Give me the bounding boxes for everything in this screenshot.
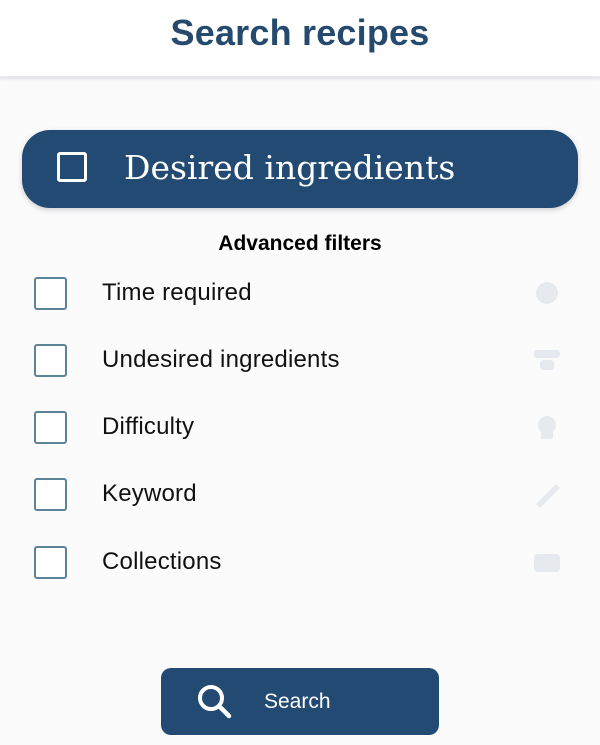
time-required-label: Time required (102, 279, 252, 306)
page-title: Search recipes (170, 12, 430, 53)
tag-icon (536, 484, 560, 508)
book-icon (534, 554, 560, 572)
advanced-filters-title: Advanced filters (218, 232, 382, 255)
difficulty-checkbox[interactable] (34, 411, 67, 444)
desired-ingredients-checkbox[interactable] (57, 152, 87, 182)
time-required-checkbox[interactable] (34, 277, 67, 310)
difficulty-label: Difficulty (102, 413, 195, 440)
filter-row-difficulty[interactable]: Difficulty (0, 405, 600, 449)
clock-icon (536, 282, 558, 304)
desired-ingredients-toggle[interactable]: Desired ingredients (22, 130, 578, 208)
undesired-ingredients-checkbox[interactable] (34, 344, 67, 377)
keyword-label: Keyword (102, 480, 197, 507)
app-header: Search recipes (0, 0, 600, 79)
filter-row-collections[interactable]: Collections (0, 540, 600, 584)
collections-checkbox[interactable] (34, 546, 67, 579)
chef-hat-icon (538, 416, 556, 439)
filter-row-time-required[interactable]: Time required (0, 271, 600, 315)
search-button-label: Search (264, 690, 331, 713)
search-icon (198, 685, 232, 719)
collections-label: Collections (102, 548, 222, 575)
search-button[interactable]: Search (161, 668, 439, 735)
filter-row-keyword[interactable]: Keyword (0, 472, 600, 516)
undesired-ingredients-label: Undesired ingredients (102, 346, 340, 373)
ingredient-icon (534, 350, 560, 370)
keyword-checkbox[interactable] (34, 478, 67, 511)
desired-ingredients-label: Desired ingredients (124, 148, 456, 187)
filter-row-undesired-ingredients[interactable]: Undesired ingredients (0, 338, 600, 382)
